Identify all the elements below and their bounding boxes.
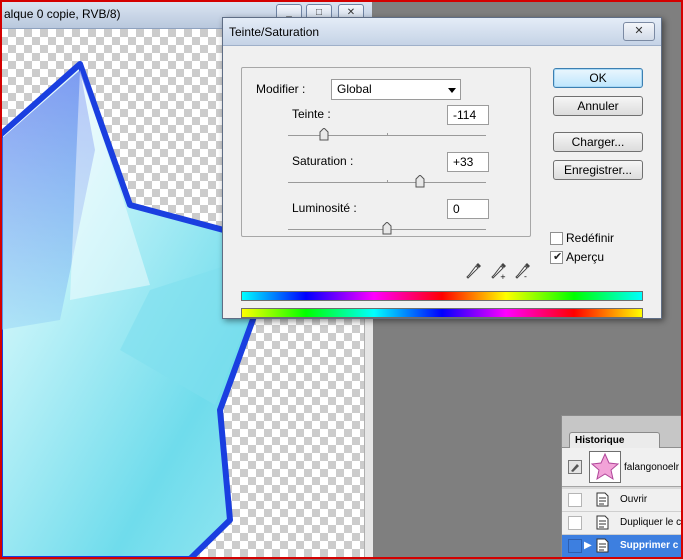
history-state-label: Supprimer c bbox=[620, 540, 679, 551]
hue-input[interactable]: -114 bbox=[447, 105, 489, 125]
history-source-box[interactable] bbox=[568, 516, 582, 530]
load-button[interactable]: Charger... bbox=[553, 132, 643, 152]
saturation-slider-thumb[interactable] bbox=[415, 175, 425, 188]
history-state-row[interactable]: Dupliquer le c bbox=[562, 512, 683, 535]
preview-checkbox[interactable]: ✔ bbox=[550, 251, 563, 264]
svg-text:+: + bbox=[500, 273, 506, 280]
input-hue-bar bbox=[241, 291, 643, 301]
document-title: alque 0 copie, RVB/8) bbox=[4, 7, 121, 21]
saturation-input[interactable]: +33 bbox=[447, 152, 489, 172]
current-state-marker-icon: ▶ bbox=[584, 540, 592, 551]
saturation-slider[interactable] bbox=[288, 175, 486, 188]
save-button[interactable]: Enregistrer... bbox=[553, 160, 643, 180]
hue-slider-thumb[interactable] bbox=[319, 128, 329, 141]
colorize-label: Redéfinir bbox=[566, 231, 615, 245]
modifier-label: Modifier : bbox=[256, 82, 306, 96]
snapshot-thumbnail bbox=[589, 451, 621, 483]
colorize-checkbox[interactable] bbox=[550, 232, 563, 245]
lightness-label: Luminosité : bbox=[292, 201, 357, 215]
dialog-body: Modifier : Global Teinte : -114 Saturati… bbox=[223, 46, 661, 318]
hue-saturation-dialog: Teinte/Saturation ✕ Modifier : Global Te… bbox=[222, 17, 662, 319]
chevron-down-icon bbox=[448, 88, 456, 93]
eyedropper-icon[interactable] bbox=[466, 262, 482, 280]
adjustment-group: Modifier : Global Teinte : -114 Saturati… bbox=[241, 67, 531, 237]
lightness-slider[interactable] bbox=[288, 222, 486, 235]
eyedropper-plus-icon[interactable]: + bbox=[491, 262, 507, 280]
history-brush-icon[interactable] bbox=[568, 460, 582, 474]
history-source-box[interactable] bbox=[568, 493, 582, 507]
hue-slider[interactable] bbox=[288, 128, 486, 141]
history-state-row[interactable]: Ouvrir bbox=[562, 489, 683, 512]
modifier-value: Global bbox=[337, 82, 372, 96]
cancel-button[interactable]: Annuler bbox=[553, 96, 643, 116]
preview-label: Aperçu bbox=[566, 250, 605, 264]
history-state-icon bbox=[596, 492, 609, 507]
history-state-label: Dupliquer le c bbox=[620, 517, 682, 528]
dialog-title: Teinte/Saturation bbox=[229, 25, 320, 39]
history-state-label: Ouvrir bbox=[620, 494, 648, 505]
output-hue-bar bbox=[241, 308, 643, 318]
lightness-slider-thumb[interactable] bbox=[382, 222, 392, 235]
ok-button[interactable]: OK bbox=[553, 68, 643, 88]
tab-history[interactable]: Historique bbox=[569, 432, 660, 448]
history-source-box[interactable] bbox=[568, 539, 582, 553]
lightness-input[interactable]: 0 bbox=[447, 199, 489, 219]
preview-check-mark: ✔ bbox=[553, 251, 563, 263]
modifier-select[interactable]: Global bbox=[331, 79, 461, 100]
snapshot-label: falangonoelr bbox=[624, 462, 680, 473]
history-snapshot[interactable]: falangonoelr bbox=[562, 448, 683, 487]
dialog-close-button[interactable]: ✕ bbox=[623, 22, 655, 41]
hue-label: Teinte : bbox=[292, 107, 331, 121]
dialog-titlebar[interactable]: Teinte/Saturation ✕ bbox=[223, 18, 661, 46]
history-state-icon bbox=[596, 515, 609, 530]
eyedropper-minus-icon[interactable]: - bbox=[515, 262, 531, 280]
history-panel: Historique falangonoelr Ouvrir Dupliquer… bbox=[561, 415, 683, 560]
svg-text:-: - bbox=[524, 272, 527, 280]
saturation-label: Saturation : bbox=[292, 154, 354, 168]
history-state-row-selected[interactable]: ▶ Supprimer c bbox=[562, 535, 683, 558]
history-state-icon bbox=[596, 538, 609, 553]
history-tabbar: Historique bbox=[562, 416, 683, 448]
